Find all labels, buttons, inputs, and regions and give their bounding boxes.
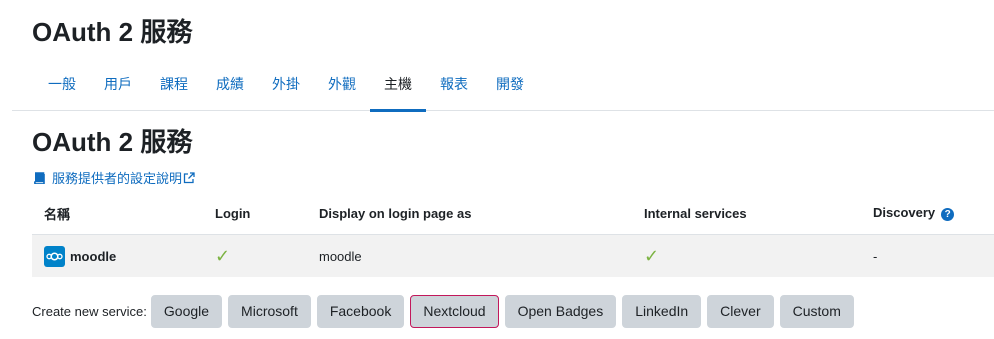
cell-login: ✓	[203, 234, 307, 277]
service-name: moodle	[70, 248, 117, 264]
help-icon[interactable]: ?	[941, 207, 955, 221]
header-name: 名稱	[32, 192, 203, 235]
cell-name: moodle	[32, 234, 203, 277]
tab-development[interactable]: 開發	[482, 64, 538, 110]
tab-users[interactable]: 用戶	[90, 64, 146, 110]
tab-plugins[interactable]: 外掛	[258, 64, 314, 110]
header-discovery-cell: Discovery?	[861, 192, 994, 235]
tab-appearance[interactable]: 外觀	[314, 64, 370, 110]
section-title: OAuth 2 服務	[32, 127, 193, 157]
linkedin-button[interactable]: LinkedIn	[622, 294, 702, 328]
admin-tabs: 一般 用戶 課程 成績 外掛 外觀 主機 報表 開發	[12, 64, 994, 112]
external-link-icon	[183, 171, 195, 184]
header-display: Display on login page as	[307, 192, 632, 235]
cell-discovery: -	[861, 234, 994, 277]
book-icon	[33, 171, 46, 184]
tab-server[interactable]: 主機	[370, 64, 426, 112]
help-link[interactable]: 服務提供者的設定說明	[33, 168, 195, 187]
custom-button[interactable]: Custom	[779, 294, 854, 328]
nextcloud-logo-icon	[44, 245, 65, 267]
open-badges-button[interactable]: Open Badges	[504, 294, 617, 328]
header-login: Login	[203, 192, 307, 235]
facebook-button[interactable]: Facebook	[316, 294, 405, 328]
page: OAuth 2 服務 一般 用戶 課程 成績 外掛 外觀 主機 報表 開發 OA…	[0, 0, 994, 339]
page-title: OAuth 2 服務	[32, 17, 193, 47]
tab-reports[interactable]: 報表	[426, 64, 482, 110]
tab-grades[interactable]: 成績	[202, 64, 258, 110]
tab-general[interactable]: 一般	[34, 64, 90, 110]
header-discovery: Discovery	[873, 205, 936, 221]
create-service-label: Create new service:	[32, 303, 147, 319]
clever-button[interactable]: Clever	[707, 294, 774, 328]
table-header-row: 名稱 Login Display on login page as Intern…	[32, 192, 994, 235]
create-service-row: Create new service: Google Microsoft Fac…	[32, 294, 854, 328]
microsoft-button[interactable]: Microsoft	[228, 294, 311, 328]
oauth-services-table: 名稱 Login Display on login page as Intern…	[32, 192, 994, 277]
header-internal: Internal services	[632, 192, 861, 235]
tab-courses[interactable]: 課程	[146, 64, 202, 110]
cell-display: moodle	[307, 234, 632, 277]
cell-internal: ✓	[632, 234, 861, 277]
nextcloud-button[interactable]: Nextcloud	[410, 294, 499, 328]
table-row: moodle ✓ moodle ✓ -	[32, 234, 994, 277]
check-icon: ✓	[644, 245, 660, 266]
google-button[interactable]: Google	[150, 294, 223, 328]
help-link-label: 服務提供者的設定說明	[52, 171, 183, 186]
check-icon: ✓	[215, 245, 231, 266]
